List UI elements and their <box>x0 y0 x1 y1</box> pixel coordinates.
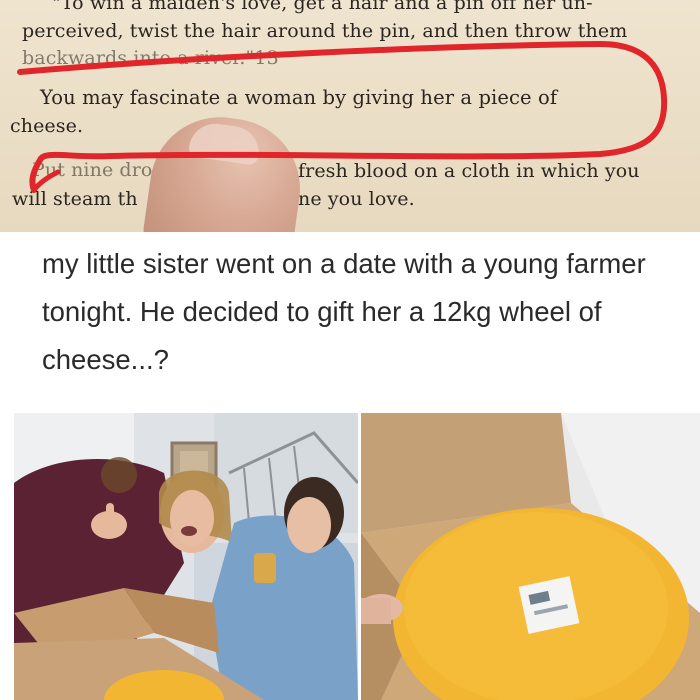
post-caption: my little sister went on a date with a y… <box>42 248 646 375</box>
blue-hoodie <box>209 515 358 700</box>
photo-cheese-wheel-closeup <box>361 413 700 700</box>
girl-face-right <box>287 497 331 553</box>
red-marker-tail <box>31 169 61 193</box>
red-highlight-outline <box>17 41 668 193</box>
red-marker-line <box>17 41 668 193</box>
snack-jar <box>254 553 276 583</box>
book-page-photo: "To win a maiden's love, get a hair and … <box>0 0 700 232</box>
photo-girls-with-cheese-box <box>14 413 358 700</box>
